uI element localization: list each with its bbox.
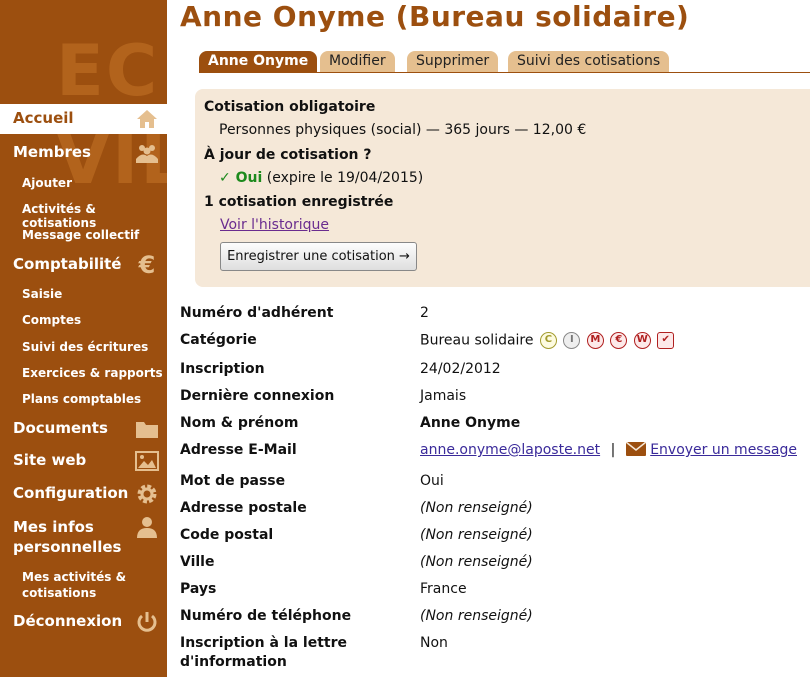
label-email: Adresse E-Mail — [180, 442, 297, 458]
email-link[interactable]: anne.onyme@laposte.net — [420, 442, 600, 458]
value-ville: (Non renseigné) — [420, 554, 533, 570]
value-connexion: Jamais — [420, 388, 467, 404]
cotisation-detail: Personnes physiques (social) — 365 jours… — [219, 122, 587, 138]
users-icon — [136, 145, 158, 163]
tab-modifier[interactable]: Modifier — [320, 51, 395, 72]
nav-membres-ajouter[interactable]: Ajouter — [22, 176, 72, 190]
badge-euro-icon: € — [610, 332, 628, 349]
nav-siteweb[interactable]: Site web — [0, 446, 167, 476]
badge-w-icon: W — [633, 332, 651, 349]
value-inscription: 24/02/2012 — [420, 361, 501, 377]
image-icon — [135, 451, 159, 471]
nav-comptabilite[interactable]: Comptabilité € — [0, 250, 167, 280]
value-nom: Anne Onyme — [420, 415, 521, 431]
send-message-link[interactable]: Envoyer un message — [650, 442, 797, 458]
tab-divider — [199, 72, 810, 73]
label-adresse: Adresse postale — [180, 500, 307, 516]
badge-c-icon: C — [539, 332, 557, 349]
label-mdp: Mot de passe — [180, 473, 286, 489]
nav-compta-suivi[interactable]: Suivi des écritures — [22, 340, 148, 354]
nav-mesinfos-activites[interactable]: Mes activités & cotisations — [22, 569, 152, 601]
history-link[interactable]: Voir l'historique — [220, 217, 329, 233]
main-content: Anne Onyme (Bureau solidaire) Anne Onyme… — [167, 0, 810, 677]
value-pays: France — [420, 581, 467, 597]
label-nom: Nom & prénom — [180, 415, 299, 431]
folder-icon — [136, 422, 158, 438]
cotisation-status-question: À jour de cotisation ? — [204, 147, 372, 163]
nav-documents[interactable]: Documents — [0, 414, 167, 444]
value-lettre: Non — [420, 635, 448, 651]
record-cotisation-button[interactable]: Enregistrer une cotisation → — [220, 242, 417, 271]
tab-suivi-cotisations[interactable]: Suivi des cotisations — [508, 51, 670, 72]
cotisation-heading: Cotisation obligatoire — [204, 99, 376, 115]
nav-membres-activites[interactable]: Activités & cotisations — [22, 202, 167, 230]
nav-membres[interactable]: Membres — [0, 138, 167, 168]
status-expiry: (expire le 19/04/2015) — [266, 170, 424, 186]
email-separator: | — [610, 442, 616, 458]
label-ville: Ville — [180, 554, 215, 570]
page-title: Anne Onyme (Bureau solidaire) — [180, 0, 690, 33]
value-cp: (Non renseigné) — [420, 527, 533, 543]
status-ok: ✓ Oui — [219, 170, 263, 186]
cotisation-panel: Cotisation obligatoire Personnes physiqu… — [195, 89, 810, 287]
nav-deconnexion[interactable]: Déconnexion — [0, 607, 167, 637]
badge-i-icon: I — [563, 332, 581, 349]
cotisation-count: 1 cotisation enregistrée — [204, 194, 394, 210]
gear-icon — [137, 484, 157, 504]
envelope-icon[interactable] — [625, 441, 647, 456]
nav-compta-plans[interactable]: Plans comptables — [22, 392, 141, 406]
badge-m-icon: M — [586, 332, 604, 349]
value-adresse: (Non renseigné) — [420, 500, 533, 516]
sidebar: EC VIL Accueil Membres Ajouter Activités… — [0, 0, 167, 677]
label-pays: Pays — [180, 581, 217, 597]
tab-supprimer[interactable]: Supprimer — [407, 51, 499, 72]
value-tel: (Non renseigné) — [420, 608, 533, 624]
power-icon — [137, 612, 157, 632]
tab-fiche[interactable]: Anne Onyme — [199, 51, 318, 72]
user-icon — [137, 517, 157, 538]
label-cp: Code postal — [180, 527, 274, 543]
value-numero: 2 — [420, 305, 429, 321]
label-categorie: Catégorie — [180, 332, 257, 348]
label-lettre-2: d'information — [180, 654, 287, 670]
value-mdp: Oui — [420, 473, 444, 489]
cotisation-status: ✓ Oui (expire le 19/04/2015) — [219, 170, 423, 186]
nav-compta-saisie[interactable]: Saisie — [22, 287, 62, 301]
value-categorie: Bureau solidaire C I M € W ✔ — [420, 332, 675, 349]
label-inscription: Inscription — [180, 361, 265, 377]
value-email: anne.onyme@laposte.net | Envoyer un mess… — [420, 441, 797, 458]
label-numero: Numéro d'adhérent — [180, 305, 334, 321]
euro-icon: € — [138, 251, 156, 279]
nav-compta-exercices[interactable]: Exercices & rapports — [22, 366, 163, 380]
home-icon — [137, 110, 157, 128]
label-lettre: Inscription à la lettre — [180, 635, 348, 651]
badge-check-icon: ✔ — [657, 332, 675, 349]
nav-accueil[interactable]: Accueil — [0, 104, 167, 134]
label-tel: Numéro de téléphone — [180, 608, 352, 624]
label-connexion: Dernière connexion — [180, 388, 335, 404]
nav-mesinfos[interactable]: Mes infos personnelles — [0, 512, 167, 560]
nav-membres-message[interactable]: Message collectif — [22, 228, 139, 242]
nav-compta-comptes[interactable]: Comptes — [22, 313, 81, 327]
nav-configuration[interactable]: Configuration — [0, 479, 167, 509]
